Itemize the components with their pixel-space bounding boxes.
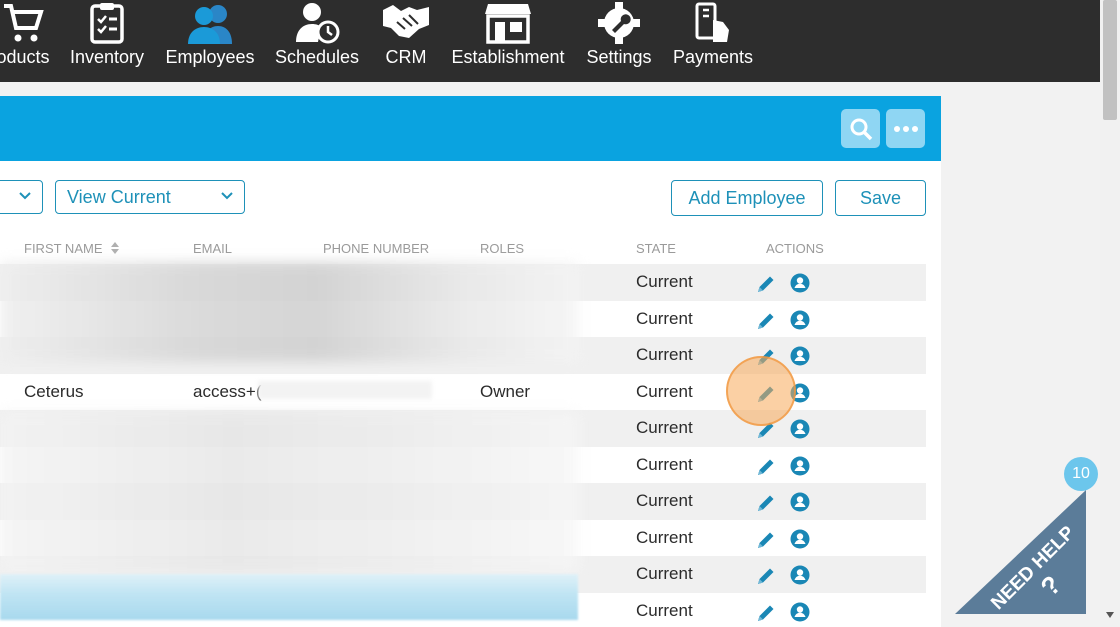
nav-item-products[interactable]: oducts [0, 0, 54, 82]
redacted-area [0, 574, 578, 620]
nav-item-crm[interactable]: CRM [377, 0, 435, 82]
nav-label-schedules: Schedules [274, 47, 360, 67]
cell-state: Current [636, 345, 693, 365]
user-profile-icon[interactable] [790, 529, 810, 554]
nav-label-payments: Payments [672, 47, 754, 67]
edit-pencil-icon[interactable] [755, 456, 777, 483]
nav-label-establishment: Establishment [451, 47, 565, 67]
search-icon [850, 118, 872, 140]
nav-label-settings: Settings [586, 47, 652, 67]
edit-pencil-icon[interactable] [755, 602, 777, 627]
app-root: oducts Inventory Employees Schedules CRM [0, 0, 1120, 627]
nav-item-inventory[interactable]: Inventory [66, 0, 148, 82]
nav-label-crm: CRM [385, 47, 427, 67]
handshake-icon [381, 0, 431, 44]
sort-icon [111, 242, 120, 254]
edit-pencil-icon[interactable] [755, 273, 777, 300]
cell-state: Current [636, 308, 693, 328]
store-icon [484, 0, 532, 44]
need-help-widget[interactable]: NEED HELP ? [955, 490, 1086, 614]
nav-label-employees: Employees [165, 47, 255, 67]
nav-item-payments[interactable]: Payments [672, 0, 754, 82]
ellipsis-icon [893, 125, 918, 132]
more-options-button[interactable] [886, 109, 925, 148]
cell-state: Current [636, 600, 693, 620]
clipboard-icon [89, 0, 125, 44]
user-profile-icon[interactable] [790, 456, 810, 481]
scrollbar[interactable] [1100, 0, 1120, 627]
filter-select[interactable] [0, 180, 43, 214]
users-icon [184, 0, 236, 44]
cell-state: Current [636, 381, 693, 401]
nav-item-settings[interactable]: Settings [583, 0, 655, 82]
cell-state: Current [636, 418, 693, 438]
save-button[interactable]: Save [835, 180, 926, 216]
edit-pencil-icon[interactable] [755, 492, 777, 519]
nav-label-inventory: Inventory [69, 47, 145, 67]
column-header-phone: PHONE NUMBER [323, 241, 430, 256]
user-profile-icon[interactable] [790, 273, 810, 298]
notification-badge[interactable]: 10 [1064, 457, 1098, 491]
click-highlight [726, 356, 796, 426]
cell-roles: Owner [480, 381, 531, 401]
redacted-area [0, 412, 578, 572]
redacted-email [258, 381, 432, 399]
cell-first-name: Ceterus [24, 381, 84, 401]
column-header-state: STATE [636, 241, 676, 256]
column-header-first-name[interactable]: FIRST NAME [24, 241, 120, 256]
cart-icon [2, 0, 44, 44]
column-header-actions: ACTIONS [766, 241, 824, 256]
column-header-roles: ROLES [480, 241, 525, 256]
redacted-area [0, 262, 578, 362]
payment-icon [691, 0, 735, 44]
chevron-down-icon [221, 192, 233, 200]
cell-state: Current [636, 272, 693, 292]
edit-pencil-icon[interactable] [755, 565, 777, 592]
cell-state: Current [636, 564, 693, 584]
top-nav: oducts Inventory Employees Schedules CRM [0, 0, 1100, 82]
user-clock-icon [292, 0, 342, 44]
gear-icon [596, 0, 642, 44]
user-profile-icon[interactable] [790, 346, 810, 371]
user-profile-icon[interactable] [790, 565, 810, 590]
column-header-email: EMAIL [193, 241, 233, 256]
edit-pencil-icon[interactable] [755, 310, 777, 337]
user-profile-icon[interactable] [790, 492, 810, 517]
column-header-label: FIRST NAME [24, 241, 103, 256]
scroll-down-icon[interactable] [1105, 611, 1115, 619]
cell-state: Current [636, 527, 693, 547]
user-profile-icon[interactable] [790, 310, 810, 335]
view-select-value: View Current [67, 186, 171, 207]
panel-header [0, 96, 941, 161]
edit-pencil-icon[interactable] [755, 529, 777, 556]
add-employee-button[interactable]: Add Employee [671, 180, 823, 216]
user-profile-icon[interactable] [790, 419, 810, 444]
nav-label-products: oducts [0, 47, 50, 67]
search-button[interactable] [841, 109, 880, 148]
cell-state: Current [636, 491, 693, 511]
user-profile-icon[interactable] [790, 602, 810, 627]
view-select[interactable]: View Current [55, 180, 245, 214]
nav-item-schedules[interactable]: Schedules [272, 0, 362, 82]
nav-item-establishment[interactable]: Establishment [450, 0, 566, 82]
nav-item-employees[interactable]: Employees [164, 0, 256, 82]
chevron-down-icon [19, 192, 31, 200]
cell-email: access+( [193, 381, 262, 401]
scrollbar-thumb[interactable] [1103, 0, 1117, 120]
need-help-corner: NEED HELP ? [955, 490, 1086, 614]
cell-state: Current [636, 454, 693, 474]
